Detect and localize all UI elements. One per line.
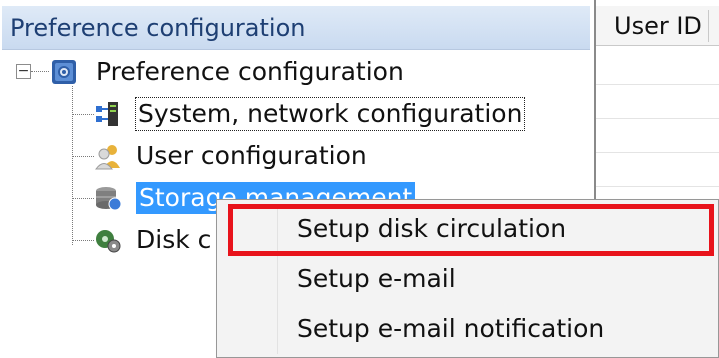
tree-connector	[31, 71, 49, 72]
tree-connector	[72, 240, 94, 241]
network-icon	[94, 100, 122, 128]
tree-connector	[72, 114, 94, 115]
menu-item-setup-email[interactable]: Setup e-mail	[219, 256, 716, 302]
disk-icon	[94, 226, 122, 254]
tree-node-user-configuration[interactable]: User configuration	[136, 140, 367, 172]
tree-connector	[72, 198, 94, 199]
table-row[interactable]	[596, 118, 719, 119]
tree-connector	[72, 86, 73, 245]
tree-node-system-network[interactable]: System, network configuration	[134, 97, 526, 131]
column-header-user-id[interactable]: User ID	[596, 6, 719, 46]
table-row[interactable]	[596, 84, 719, 85]
users-icon	[94, 142, 122, 170]
table-row[interactable]	[596, 152, 719, 153]
highlight-annotation	[228, 204, 714, 256]
tree-node-disk[interactable]: Disk c	[136, 224, 211, 256]
panel-title: Preference configuration	[2, 6, 590, 50]
preferences-icon	[50, 58, 78, 86]
storage-icon	[94, 184, 122, 212]
tree-connector	[72, 156, 94, 157]
table-row[interactable]	[596, 186, 719, 187]
menu-item-setup-email-notification[interactable]: Setup e-mail notification	[219, 306, 716, 352]
tree-node-preference-configuration[interactable]: Preference configuration	[96, 56, 404, 88]
collapse-expander[interactable]: −	[16, 64, 31, 79]
